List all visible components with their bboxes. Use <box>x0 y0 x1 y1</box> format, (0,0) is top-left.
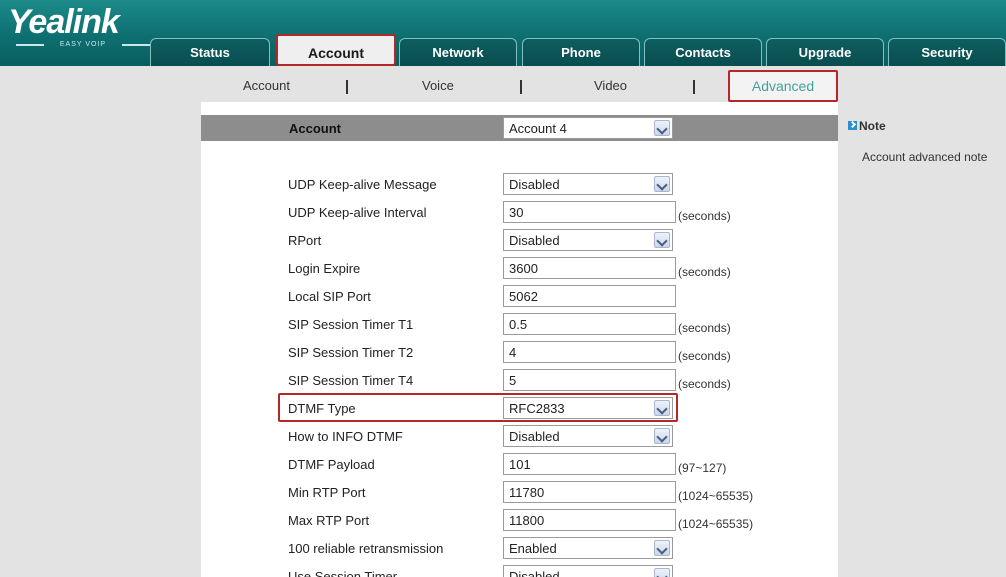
rport-select[interactable]: Disabled <box>503 229 673 251</box>
subtab-account[interactable]: Account <box>243 78 290 93</box>
subnav-divider <box>693 80 695 94</box>
yealink-logo[interactable]: Yealink EASY VOIP <box>8 3 150 48</box>
dtmf-payload-label: DTMF Payload <box>288 457 375 472</box>
unit-label: (1024~65535) <box>678 489 754 503</box>
select-value: Disabled <box>509 569 560 577</box>
min-rtp-port-label: Min RTP Port <box>288 485 366 500</box>
tab-status[interactable]: Status <box>150 38 270 66</box>
chevron-down-icon <box>654 176 670 192</box>
subtab-voice[interactable]: Voice <box>422 78 454 93</box>
sip-timer-t4-input[interactable] <box>503 369 676 391</box>
sip-timer-t2-label: SIP Session Timer T2 <box>288 345 414 360</box>
unit-label: (seconds) <box>678 265 731 279</box>
chevron-down-icon <box>654 428 670 444</box>
sub-navigation: Account Voice Video Advanced <box>0 66 1006 102</box>
unit-label: (97~127) <box>678 461 727 475</box>
login-expire-input[interactable] <box>503 257 676 279</box>
tab-upgrade[interactable]: Upgrade <box>766 38 884 66</box>
tab-security[interactable]: Security <box>888 38 1006 66</box>
tab-network[interactable]: Network <box>399 38 517 66</box>
account-label: Account <box>289 121 341 136</box>
tab-contacts[interactable]: Contacts <box>644 38 762 66</box>
tab-account[interactable]: Account <box>276 34 396 66</box>
max-rtp-port-label: Max RTP Port <box>288 513 370 528</box>
min-rtp-port-input[interactable] <box>503 481 676 503</box>
dtmf-type-select[interactable]: RFC2833 <box>503 397 673 419</box>
note-panel <box>838 102 1006 577</box>
sip-timer-t2-input[interactable] <box>503 341 676 363</box>
account-select[interactable]: Account 4 <box>503 117 673 139</box>
header-bar: Yealink EASY VOIP Status Account Network… <box>0 0 1006 66</box>
select-value: RFC2833 <box>509 401 565 416</box>
unit-label: (seconds) <box>678 321 731 335</box>
use-session-timer-label: Use Session Timer <box>288 569 398 577</box>
select-value: Disabled <box>509 429 560 444</box>
login-expire-label: Login Expire <box>288 261 361 276</box>
subnav-divider <box>346 80 348 94</box>
unit-label: (1024~65535) <box>678 517 754 531</box>
left-gutter <box>0 102 201 577</box>
udp-keepalive-message-label: UDP Keep-alive Message <box>288 177 437 192</box>
rport-label: RPort <box>288 233 322 248</box>
chevron-down-icon <box>654 568 670 577</box>
note-title-text: Note <box>859 119 886 133</box>
dtmf-type-label: DTMF Type <box>288 401 356 416</box>
chevron-down-icon <box>654 120 670 136</box>
logo-wordmark: Yealink <box>8 3 120 41</box>
subtab-video[interactable]: Video <box>594 78 627 93</box>
reliable-retransmission-select[interactable]: Enabled <box>503 537 673 559</box>
use-session-timer-select[interactable]: Disabled <box>503 565 673 577</box>
subnav-divider <box>520 80 522 94</box>
info-dtmf-select[interactable]: Disabled <box>503 425 673 447</box>
reliable-retransmission-label: 100 reliable retransmission <box>288 541 444 556</box>
unit-label: (seconds) <box>678 377 731 391</box>
select-value: Disabled <box>509 233 560 248</box>
account-select-value: Account 4 <box>509 121 567 136</box>
chevron-down-icon <box>654 232 670 248</box>
unit-label: (seconds) <box>678 209 731 223</box>
max-rtp-port-input[interactable] <box>503 509 676 531</box>
udp-keepalive-interval-input[interactable] <box>503 201 676 223</box>
note-heading[interactable]: Note <box>848 119 886 133</box>
select-value: Disabled <box>509 177 560 192</box>
dtmf-payload-input[interactable] <box>503 453 676 475</box>
chevron-down-icon <box>654 400 670 416</box>
note-text: Account advanced note <box>862 150 988 164</box>
select-value: Enabled <box>509 541 557 556</box>
logo-tagline: EASY VOIP <box>16 40 150 49</box>
udp-keepalive-message-select[interactable]: Disabled <box>503 173 673 195</box>
udp-keepalive-interval-label: UDP Keep-alive Interval <box>288 205 427 220</box>
collapse-icon <box>848 121 857 130</box>
tab-phone[interactable]: Phone <box>522 38 640 66</box>
chevron-down-icon <box>654 540 670 556</box>
sip-timer-t4-label: SIP Session Timer T4 <box>288 373 414 388</box>
info-dtmf-label: How to INFO DTMF <box>288 429 403 444</box>
unit-label: (seconds) <box>678 349 731 363</box>
sip-timer-t1-label: SIP Session Timer T1 <box>288 317 414 332</box>
local-sip-port-input[interactable] <box>503 285 676 307</box>
subtab-advanced[interactable]: Advanced <box>728 70 838 102</box>
local-sip-port-label: Local SIP Port <box>288 289 371 304</box>
sip-timer-t1-input[interactable] <box>503 313 676 335</box>
